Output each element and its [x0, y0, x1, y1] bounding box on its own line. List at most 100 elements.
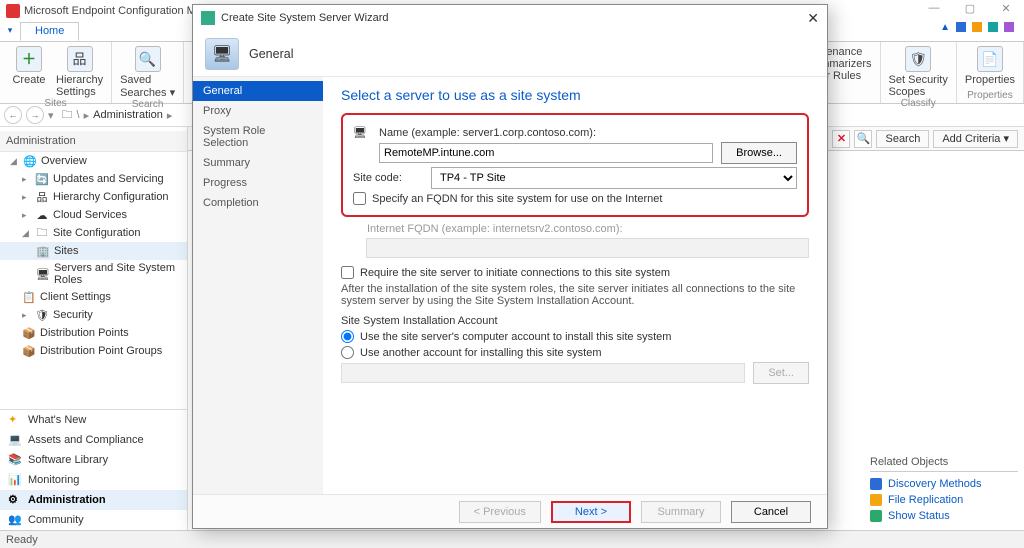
wunder-administration[interactable]: ⚙Administration	[0, 490, 187, 510]
wunderbar: ✦What's New 💻Assets and Compliance 📚Soft…	[0, 409, 187, 530]
back-button[interactable]: ←	[4, 106, 22, 124]
discovery-icon	[870, 478, 882, 490]
dialog-button-bar: < Previous Next > Summary Cancel	[193, 494, 827, 528]
content-heading: Select a server to use as a site system	[341, 87, 809, 103]
tree-cloud-services[interactable]: ▸☁Cloud Services	[0, 206, 187, 224]
ribbon-menu-arrow[interactable]: ▾	[0, 22, 20, 41]
saved-searches-label: Saved Searches ▾	[120, 74, 175, 99]
radio1[interactable]	[341, 330, 354, 343]
step-completion[interactable]: Completion	[193, 193, 323, 213]
close-button[interactable]: ✕	[992, 2, 1020, 15]
browse-button[interactable]: Browse...	[721, 142, 797, 164]
wunder-monitoring[interactable]: 📊Monitoring	[0, 470, 187, 490]
require-checkbox-label: Require the site server to initiate conn…	[360, 267, 670, 279]
fqdn-checkbox[interactable]	[353, 192, 366, 205]
step-proxy[interactable]: Proxy	[193, 101, 323, 121]
breadcrumb-segment[interactable]: Administration	[93, 109, 163, 121]
hierarchy-settings-button[interactable]: 品 Hierarchy Settings	[56, 46, 103, 98]
clear-search-button[interactable]: ✕	[832, 130, 850, 148]
after-install-note: After the installation of the site syste…	[341, 283, 809, 307]
require-checkbox[interactable]	[341, 266, 354, 279]
chevron-down-icon[interactable]: ▾	[48, 109, 54, 122]
step-summary[interactable]: Summary	[193, 153, 323, 173]
radio1-label: Use the site server's computer account t…	[360, 331, 671, 343]
radio-use-server-account[interactable]: Use the site server's computer account t…	[341, 330, 809, 343]
set-button: Set...	[753, 362, 809, 384]
nav-panel: Administration ◢🌐Overview ▸🔄Updates and …	[0, 127, 188, 530]
chevron-right-icon: ▸	[167, 109, 173, 122]
tree-distribution-point-groups[interactable]: 📦Distribution Point Groups	[0, 342, 187, 360]
tab-home[interactable]: Home	[20, 22, 79, 41]
wunder-whats-new[interactable]: ✦What's New	[0, 410, 187, 430]
tree-overview[interactable]: ◢🌐Overview	[0, 152, 187, 170]
site-code-label: Site code:	[353, 172, 423, 184]
search-label: Search	[876, 130, 929, 148]
step-progress[interactable]: Progress	[193, 173, 323, 193]
close-icon[interactable]: ✕	[807, 10, 819, 27]
status-bar: Ready	[0, 530, 1024, 548]
flag-icon[interactable]	[972, 22, 982, 32]
tree-updates[interactable]: ▸🔄Updates and Servicing	[0, 170, 187, 188]
saved-searches-button[interactable]: 🔍 Saved Searches ▾	[120, 46, 175, 99]
chevron-right-icon: ▸	[84, 109, 90, 122]
file-icon	[870, 494, 882, 506]
flag-icon[interactable]	[1004, 22, 1014, 32]
plus-icon: ＋	[16, 46, 42, 72]
properties-icon: 📄	[977, 46, 1003, 72]
require-checkbox-row[interactable]: Require the site server to initiate conn…	[341, 266, 809, 279]
wunder-assets[interactable]: 💻Assets and Compliance	[0, 430, 187, 450]
minimize-button[interactable]: —	[920, 2, 948, 15]
status-text: Ready	[6, 534, 38, 546]
set-security-scopes-button[interactable]: 🛡 Set Security Scopes	[889, 46, 948, 98]
fqdn-checkbox-label: Specify an FQDN for this site system for…	[372, 193, 662, 205]
name-field[interactable]	[379, 143, 713, 163]
cancel-button[interactable]: Cancel	[731, 501, 811, 523]
properties-button[interactable]: 📄 Properties	[965, 46, 1015, 86]
search-icon[interactable]: 🔍	[854, 130, 872, 148]
hierarchy-icon: 品	[67, 46, 93, 72]
tree-distribution-points[interactable]: 📦Distribution Points	[0, 324, 187, 342]
step-general[interactable]: General	[193, 81, 323, 101]
create-button[interactable]: ＋ Create	[8, 46, 50, 98]
hierarchy-label: Hierarchy Settings	[56, 74, 103, 98]
server-small-icon: 🖥	[353, 126, 371, 139]
app-icon	[6, 4, 20, 18]
path-root-icon[interactable]: 🗀	[62, 106, 73, 125]
up-arrow-icon[interactable]: ▲	[940, 22, 950, 33]
dialog-content: Select a server to use as a site system …	[323, 77, 827, 494]
related-objects-header: Related Objects	[870, 456, 1018, 472]
flag-icon[interactable]	[988, 22, 998, 32]
maximize-button[interactable]: ▢	[956, 2, 984, 15]
tree-servers-roles[interactable]: 🖥Servers and Site System Roles	[0, 260, 187, 288]
tree-sites[interactable]: 🏢Sites	[0, 242, 187, 260]
setsec-label: Set Security Scopes	[889, 74, 948, 98]
wunder-software[interactable]: 📚Software Library	[0, 450, 187, 470]
radio2[interactable]	[341, 346, 354, 359]
account-field	[341, 363, 745, 383]
link-discovery-methods[interactable]: Discovery Methods	[870, 476, 1018, 492]
tree-client-settings[interactable]: 📋Client Settings	[0, 288, 187, 306]
radio-use-other-account[interactable]: Use another account for installing this …	[341, 346, 809, 359]
window-flags: ▲	[940, 22, 1014, 33]
wizard-steps: General Proxy System Role Selection Summ…	[193, 77, 323, 494]
previous-button: < Previous	[459, 501, 541, 523]
dialog-title-bar[interactable]: Create Site System Server Wizard ✕	[193, 5, 827, 31]
dialog-title: Create Site System Server Wizard	[221, 12, 389, 24]
link-file-replication[interactable]: File Replication	[870, 492, 1018, 508]
wunder-community[interactable]: 👥Community	[0, 510, 187, 530]
fqdn-checkbox-row[interactable]: Specify an FQDN for this site system for…	[353, 192, 797, 205]
step-system-role[interactable]: System Role Selection	[193, 121, 323, 153]
flag-icon[interactable]	[956, 22, 966, 32]
summary-button: Summary	[641, 501, 721, 523]
site-code-select[interactable]: TP4 - TP Site	[431, 167, 797, 189]
tree-hierarchy-config[interactable]: ▸品Hierarchy Configuration	[0, 188, 187, 206]
internet-fqdn-field	[366, 238, 809, 258]
forward-button[interactable]: →	[26, 106, 44, 124]
search-folder-icon: 🔍	[135, 46, 161, 72]
add-criteria-button[interactable]: Add Criteria ▾	[933, 130, 1018, 148]
tree-site-config[interactable]: ◢🗀Site Configuration	[0, 224, 187, 242]
dialog-header-text: General	[249, 47, 293, 61]
next-button[interactable]: Next >	[551, 501, 631, 523]
link-show-status[interactable]: Show Status	[870, 508, 1018, 524]
tree-security[interactable]: ▸🛡Security	[0, 306, 187, 324]
